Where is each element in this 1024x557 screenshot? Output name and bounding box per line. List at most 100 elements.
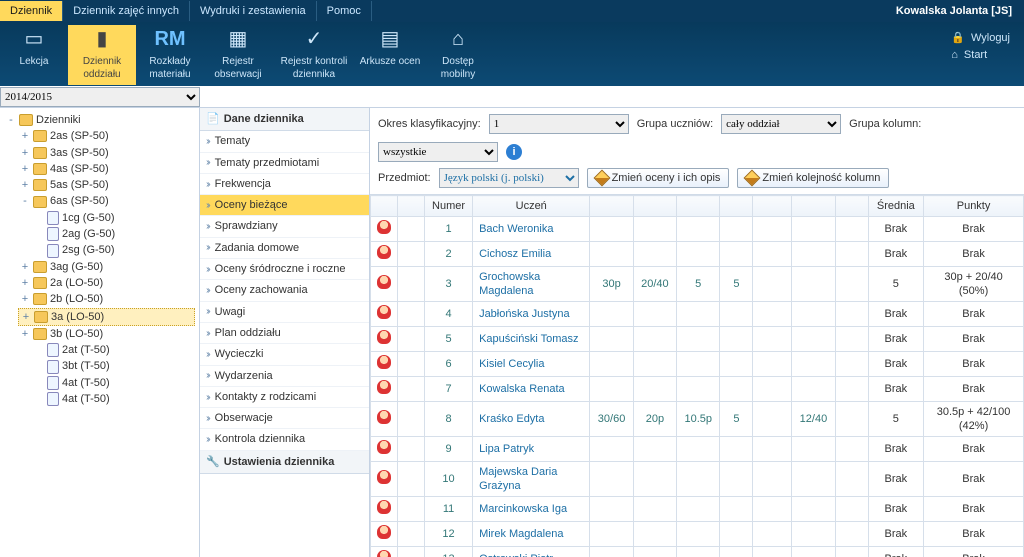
btn-zmien-oceny[interactable]: Zmień oceny i ich opis (587, 168, 730, 188)
logout-link[interactable]: 🔒Wyloguj (951, 31, 1010, 45)
tree-item[interactable]: +2a (LO-50) (18, 275, 195, 291)
mid-item[interactable]: ››Wycieczki (200, 344, 369, 365)
lock-icon: 🔒 (951, 31, 965, 45)
table-row[interactable]: 3Grochowska Magdalena30p20/4055530p + 20… (371, 267, 1024, 302)
tree-item[interactable]: +3ag (G-50) (18, 259, 195, 275)
tab-wydruki[interactable]: Wydruki i zestawienia (190, 1, 317, 21)
chevron-right-icon: ›› (206, 391, 209, 404)
mid-item[interactable]: ››Oceny śródroczne i roczne (200, 259, 369, 280)
grupa-kolumn-select[interactable]: wszystkie (378, 142, 498, 162)
table-row[interactable]: 7Kowalska RenataBrakBrak (371, 377, 1024, 402)
col-grade (677, 196, 720, 217)
tool-lekcja[interactable]: ▭Lekcja (0, 25, 68, 85)
chevron-right-icon: ›› (206, 433, 209, 446)
tree-item[interactable]: +5as (SP-50) (18, 177, 195, 193)
info-icon[interactable]: i (506, 144, 522, 160)
grupa-uczniow-label: Grupa uczniów: (637, 117, 713, 131)
mid-item[interactable]: ››Plan oddziału (200, 323, 369, 344)
table-row[interactable]: 6Kisiel CecyliaBrakBrak (371, 352, 1024, 377)
btn-zmien-kolejnosc[interactable]: Zmień kolejność kolumn (737, 168, 889, 188)
tree-panel: -Dzienniki+2as (SP-50)+3as (SP-50)+4as (… (0, 108, 200, 557)
chevron-right-icon: ›› (206, 284, 209, 297)
mid-item[interactable]: ››Obserwacje (200, 408, 369, 429)
tree-item[interactable]: 2at (T-50) (32, 342, 195, 358)
chevron-right-icon: ›› (206, 305, 209, 318)
table-row[interactable]: 4Jabłońska JustynaBrakBrak (371, 302, 1024, 327)
start-link[interactable]: ⌂Start (951, 48, 1010, 62)
mid-item[interactable]: ››Zadania domowe (200, 238, 369, 259)
table-row[interactable]: 8Kraśko Edyta30/6020p10.5p512/40530.5p +… (371, 402, 1024, 437)
tree-item[interactable]: -6as (SP-50) (18, 193, 195, 209)
calendar-icon: ▦ (223, 25, 253, 53)
student-icon (377, 245, 391, 259)
chevron-right-icon: ›› (206, 135, 209, 148)
tree-item[interactable]: +4as (SP-50) (18, 161, 195, 177)
col-grade (720, 196, 753, 217)
mid-item[interactable]: ››Sprawdziany (200, 216, 369, 237)
tree-item[interactable]: +2b (LO-50) (18, 291, 195, 307)
chevron-right-icon: ›› (206, 327, 209, 340)
student-icon (377, 410, 391, 424)
mid-item[interactable]: ››Oceny zachowania (200, 280, 369, 301)
table-row[interactable]: 2Cichosz EmiliaBrakBrak (371, 242, 1024, 267)
table-row[interactable]: 13Ostrowski PiotrBrakBrak (371, 547, 1024, 557)
tree-item[interactable]: 2ag (G-50) (32, 226, 195, 242)
pencil-icon (744, 170, 761, 187)
tab-pomoc[interactable]: Pomoc (317, 1, 372, 21)
tree-item[interactable]: +3as (SP-50) (18, 145, 195, 161)
mid-item[interactable]: ››Oceny bieżące (200, 195, 369, 216)
mid-item[interactable]: ››Kontakty z rodzicami (200, 387, 369, 408)
col-punkty: Punkty (924, 196, 1024, 217)
book-icon: ▮ (87, 25, 117, 53)
tool-rejestr-kontroli[interactable]: ✓Rejestr kontroli dziennika (272, 25, 356, 85)
toolbar-right: 🔒Wyloguj ⌂Start (951, 25, 1024, 66)
przedmiot-label: Przedmiot: (378, 171, 431, 185)
tool-arkusze[interactable]: ▤Arkusze ocen (356, 25, 424, 85)
tool-rejestr-obserwacji[interactable]: ▦Rejestr obserwacji (204, 25, 272, 85)
mid-item[interactable]: ››Tematy przedmiotami (200, 153, 369, 174)
section-ustawienia[interactable]: 🔧 Ustawienia dziennika (200, 451, 369, 474)
chevron-right-icon: ›› (206, 199, 209, 212)
year-select[interactable]: 2014/2015 (0, 87, 200, 107)
toolbar: ▭Lekcja ▮Dziennik oddziału RMRozkłady ma… (0, 22, 1024, 86)
mid-item[interactable]: ››Kontrola dziennika (200, 429, 369, 450)
mid-item[interactable]: ››Tematy (200, 131, 369, 152)
table-row[interactable]: 1Bach WeronikaBrakBrak (371, 217, 1024, 242)
tree-item[interactable]: 3bt (T-50) (32, 358, 195, 374)
przedmiot-select[interactable]: Język polski (j. polski) (439, 168, 579, 188)
tree-item[interactable]: +3b (LO-50) (18, 326, 195, 342)
tree-root[interactable]: -Dzienniki (4, 112, 195, 128)
student-icon (377, 305, 391, 319)
student-icon (377, 380, 391, 394)
col-numer: Numer (425, 196, 473, 217)
tree-item[interactable]: 2sg (G-50) (32, 242, 195, 258)
tab-dziennik[interactable]: Dziennik (0, 1, 63, 21)
tree-item[interactable]: 1cg (G-50) (32, 210, 195, 226)
tab-zajec[interactable]: Dziennik zajęć innych (63, 1, 190, 21)
table-row[interactable]: 12Mirek MagdalenaBrakBrak (371, 522, 1024, 547)
tool-mobilny[interactable]: ⌂Dostęp mobilny (424, 25, 492, 85)
okres-select[interactable]: 1 (489, 114, 629, 134)
rm-icon: RM (155, 25, 185, 53)
mid-item[interactable]: ››Wydarzenia (200, 366, 369, 387)
table-row[interactable]: 11Marcinkowska IgaBrakBrak (371, 497, 1024, 522)
mid-item[interactable]: ››Uwagi (200, 302, 369, 323)
tool-rozkĺady[interactable]: RMRozkłady materiału (136, 25, 204, 85)
section-dane[interactable]: 📄 Dane dziennika (200, 108, 369, 131)
check-doc-icon: ✓ (299, 25, 329, 53)
student-icon (377, 525, 391, 539)
filters: Okres klasyfikacyjny: 1 Grupa uczniów: c… (370, 108, 1024, 168)
table-row[interactable]: 5Kapuściński TomaszBrakBrak (371, 327, 1024, 352)
tree-item[interactable]: +3a (LO-50) (18, 308, 195, 326)
tree-item[interactable]: 4at (T-50) (32, 391, 195, 407)
tree-item[interactable]: 4at (T-50) (32, 375, 195, 391)
mid-item[interactable]: ››Frekwencja (200, 174, 369, 195)
table-row[interactable]: 9Lipa PatrykBrakBrak (371, 437, 1024, 462)
col-grade (633, 196, 676, 217)
table-row[interactable]: 10Majewska Daria GrażynaBrakBrak (371, 462, 1024, 497)
grupa-uczniow-select[interactable]: cały oddział (721, 114, 841, 134)
chevron-right-icon: ›› (206, 178, 209, 191)
tree-item[interactable]: +2as (SP-50) (18, 128, 195, 144)
student-icon (377, 500, 391, 514)
tool-dziennik-oddzialu[interactable]: ▮Dziennik oddziału (68, 25, 136, 85)
